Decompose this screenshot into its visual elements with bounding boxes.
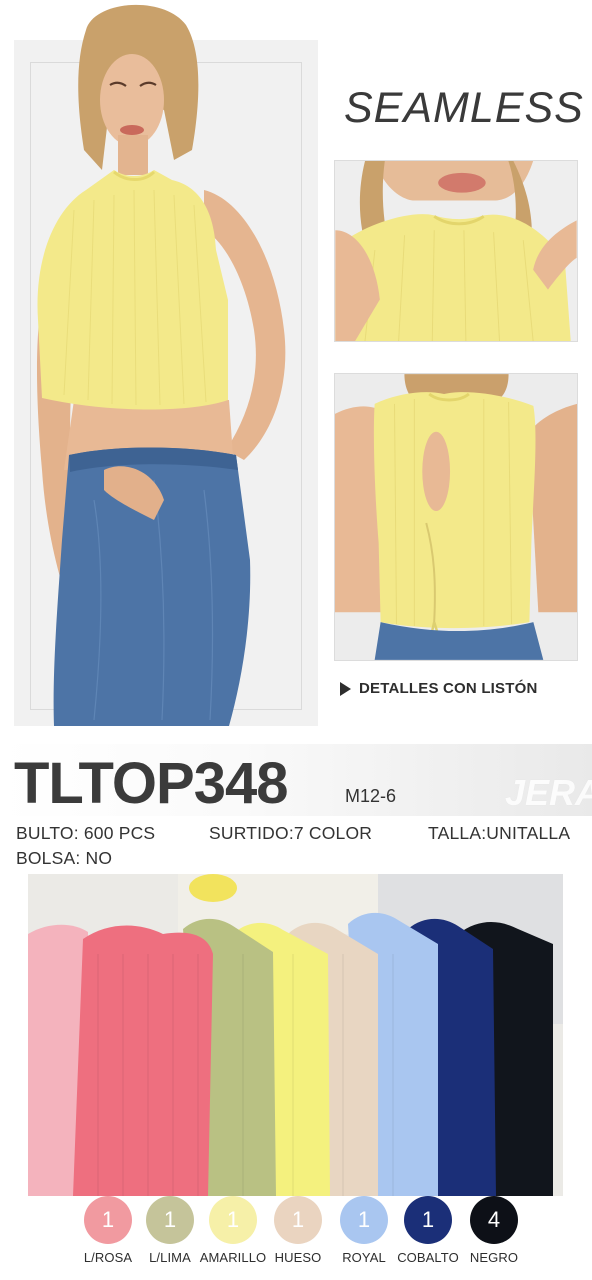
swatch-qty: 1 — [163, 1207, 177, 1232]
swatch-l-lima: 1 — [146, 1196, 194, 1244]
swatch-cobalto: 1 — [404, 1196, 452, 1244]
color-variants-photo — [28, 874, 563, 1196]
swatch-qty: 1 — [357, 1207, 371, 1232]
spec-bulto: BULTO: 600 PCS — [16, 823, 156, 843]
detail-front-photo — [334, 160, 578, 342]
swatch-label-negro: NEGRO — [469, 1250, 519, 1265]
swatch-l-rosa: 1 — [84, 1196, 132, 1244]
product-code: TLTOP348 — [14, 751, 289, 816]
swatch-hueso: 1 — [274, 1196, 322, 1244]
model-front-photo — [37, 4, 286, 726]
detail-caption-text: DETALLES CON LISTÓN — [359, 680, 538, 697]
headline: SEAMLESS — [344, 84, 584, 132]
spec-bolsa: BOLSA: NO — [16, 848, 113, 868]
brand-watermark: JERA — [505, 772, 592, 813]
detail-caption: DETALLES CON LISTÓN — [340, 680, 538, 697]
swatch-qty: 1 — [101, 1207, 115, 1232]
swatch-qty: 4 — [487, 1207, 501, 1232]
swatch-royal: 1 — [340, 1196, 388, 1244]
model-code: M12-6 — [345, 786, 397, 806]
spec-talla: TALLA:UNITALLA — [428, 823, 571, 843]
swatch-negro: 4 — [470, 1196, 518, 1244]
spec-surtido: SURTIDO:7 COLOR — [209, 823, 373, 843]
swatch-qty: 1 — [226, 1207, 240, 1232]
swatch-amarillo: 1 — [209, 1196, 257, 1244]
detail-back-photo — [334, 373, 578, 661]
swatch-qty: 1 — [421, 1207, 435, 1232]
play-triangle-icon — [340, 681, 351, 696]
swatch-qty: 1 — [291, 1207, 305, 1232]
